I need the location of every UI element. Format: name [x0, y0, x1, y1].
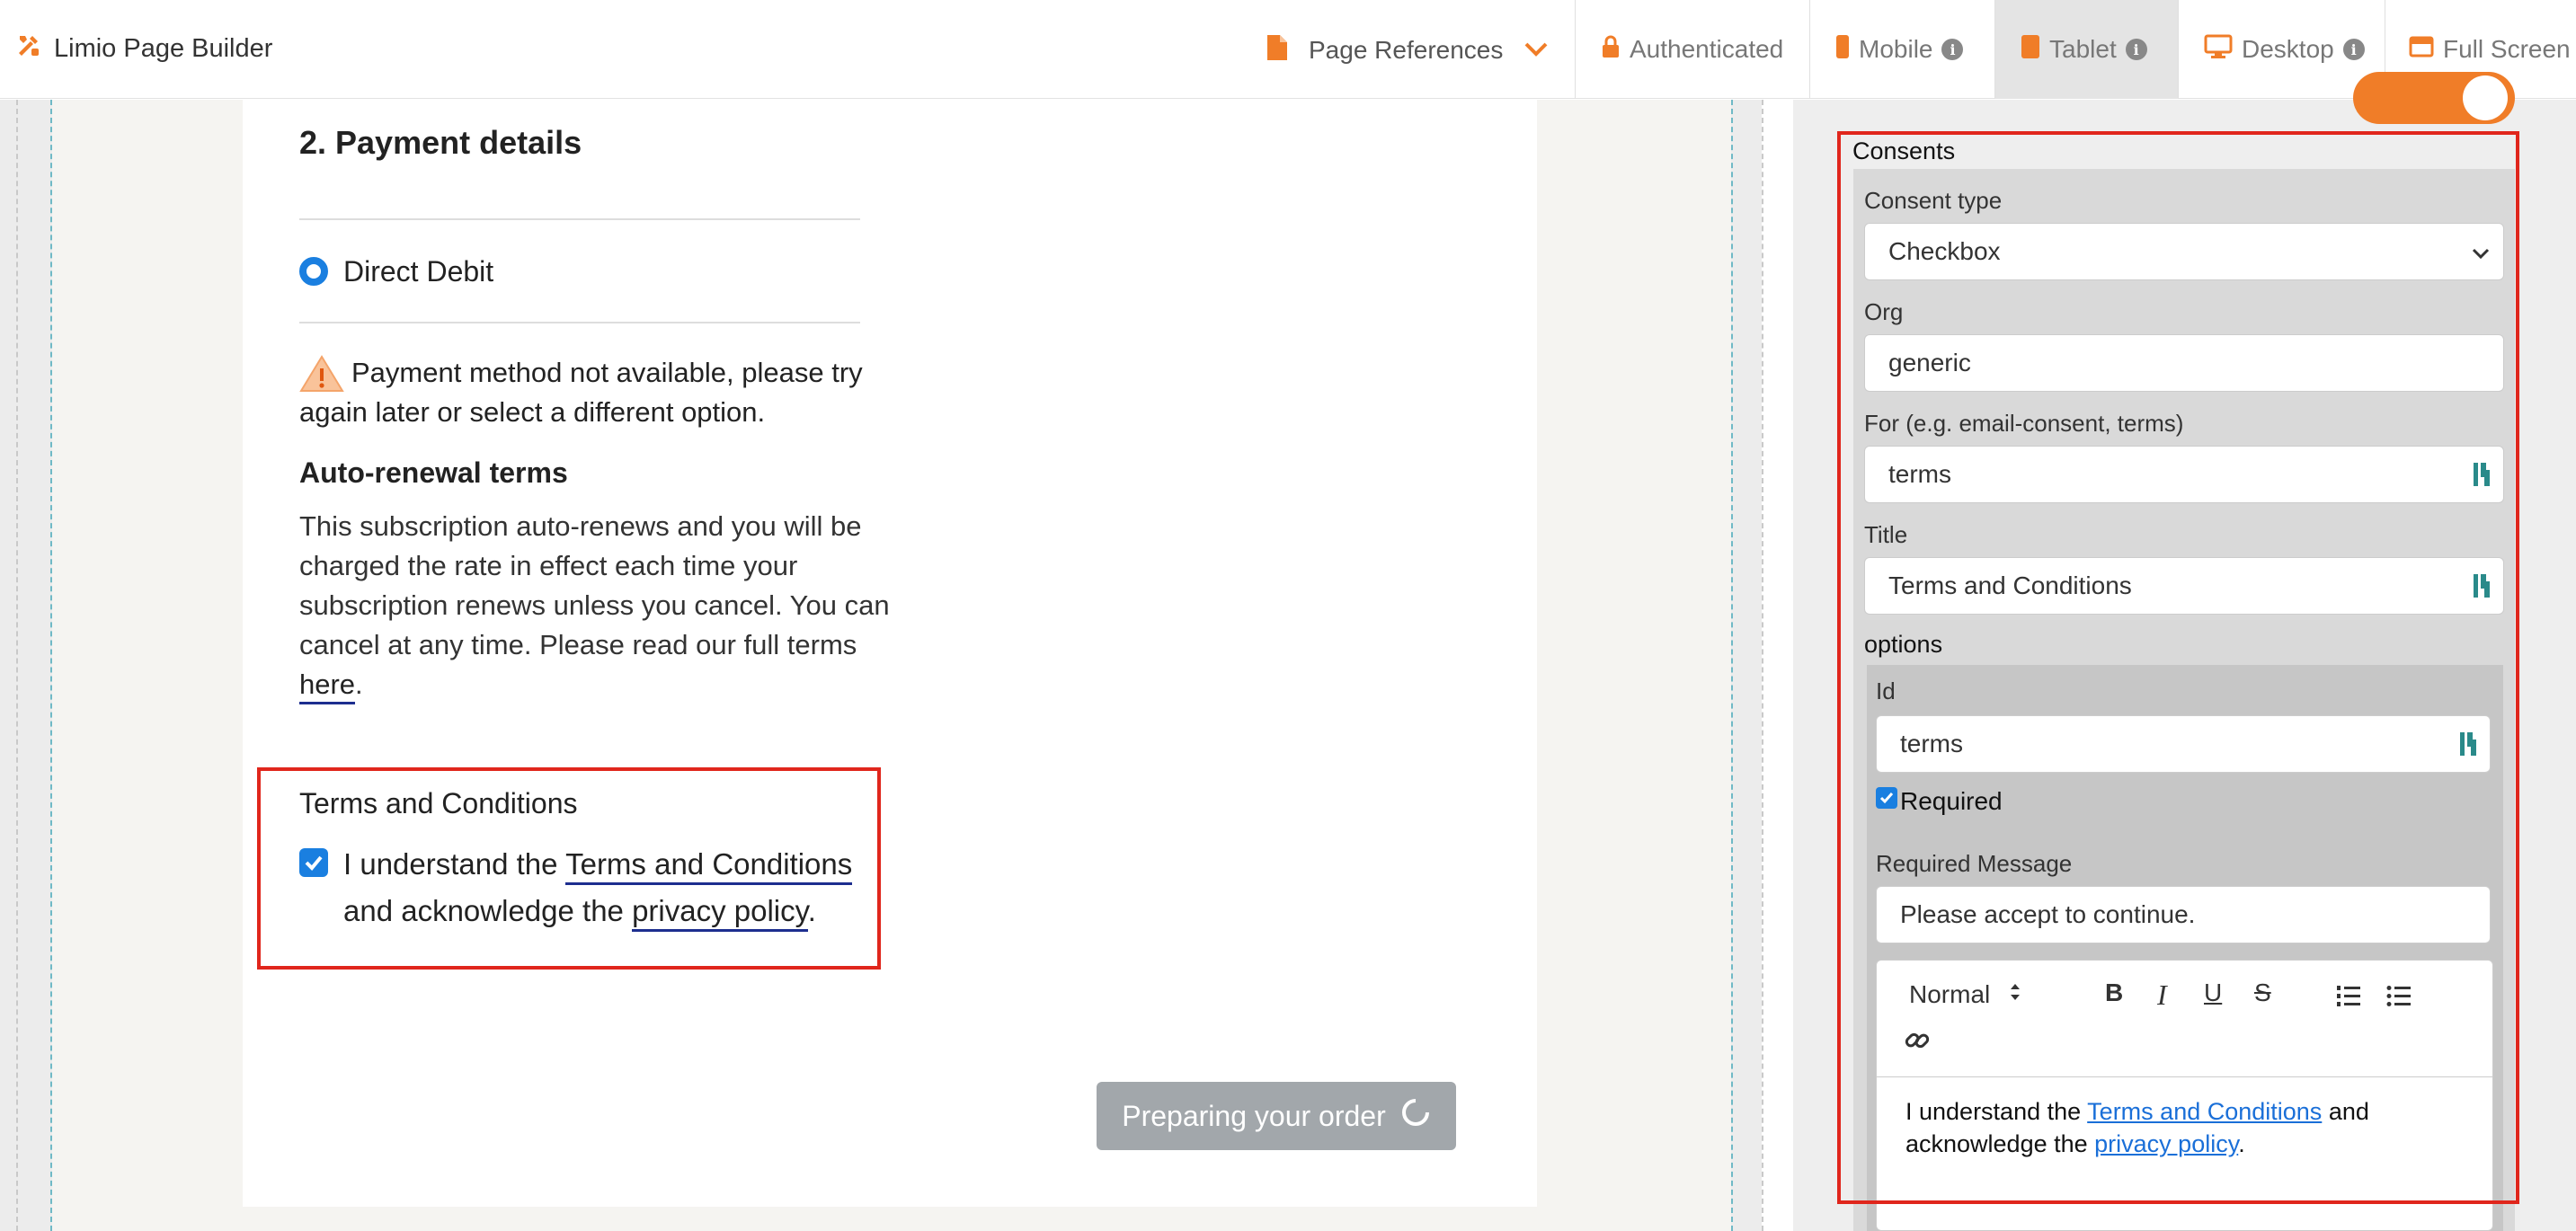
- view-desktop-button[interactable]: Desktop i: [2178, 0, 2385, 99]
- payment-section-title: 2. Payment details: [299, 124, 582, 161]
- document-icon: [1266, 33, 1289, 68]
- viewport-guide-left: [50, 100, 52, 1231]
- direct-debit-radio[interactable]: [299, 257, 328, 286]
- info-icon: i: [2125, 39, 2147, 60]
- tc-title: Terms and Conditions: [299, 787, 578, 819]
- toggle-knob: [2463, 75, 2508, 120]
- terms-here-link[interactable]: here: [299, 669, 356, 704]
- fullscreen-label: Full Screen: [2443, 35, 2571, 63]
- payment-warning-text: Payment method not available, please try…: [299, 357, 863, 428]
- autorenew-body: This subscription auto-renews and you wi…: [299, 510, 890, 660]
- lock-icon: [1601, 34, 1621, 66]
- tc-end: .: [807, 894, 816, 927]
- autorenew-text: This subscription auto-renews and you wi…: [299, 507, 893, 704]
- page-references-dropdown[interactable]: Page References: [1266, 27, 1550, 74]
- autorenew-end: .: [355, 669, 363, 700]
- terms-conditions-link[interactable]: Terms and Conditions: [565, 847, 853, 885]
- tablet-label: Tablet: [2049, 35, 2117, 63]
- mobile-label: Mobile: [1859, 35, 1933, 63]
- divider: [299, 322, 860, 323]
- frame-guide-right: [1762, 100, 1763, 1231]
- check-icon: [305, 855, 323, 871]
- authenticated-toggle[interactable]: Authenticated: [1575, 0, 1808, 99]
- divider: [299, 218, 860, 220]
- spinner-icon: [1400, 1097, 1431, 1135]
- view-mobile-button[interactable]: Mobile i: [1809, 0, 1994, 99]
- authenticated-label: Authenticated: [1630, 35, 1784, 63]
- tc-checkbox[interactable]: [299, 848, 328, 877]
- mobile-icon: [1835, 34, 1850, 66]
- desktop-label: Desktop: [2242, 35, 2334, 63]
- frame-guide-left: [16, 100, 18, 1231]
- autorenew-title: Auto-renewal terms: [299, 456, 568, 489]
- fullscreen-icon: [2409, 35, 2434, 64]
- tablet-icon: [2021, 34, 2040, 66]
- info-icon: i: [1941, 39, 1964, 60]
- app-title: Limio Page Builder: [54, 33, 273, 63]
- tc-prefix: I understand the: [343, 847, 566, 881]
- direct-debit-label[interactable]: Direct Debit: [343, 255, 493, 288]
- tc-mid: and acknowledge the: [343, 894, 633, 927]
- privacy-policy-link[interactable]: privacy policy: [632, 894, 808, 932]
- top-bar: Limio Page Builder Page References Authe…: [0, 0, 2576, 99]
- view-tablet-button[interactable]: Tablet i: [1994, 0, 2178, 99]
- info-icon: i: [2342, 39, 2365, 60]
- highlight-box-panel: [1837, 131, 2519, 1204]
- page-references-label: Page References: [1309, 36, 1504, 64]
- app-brand: Limio Page Builder: [16, 32, 272, 65]
- desktop-icon: [2204, 34, 2233, 66]
- builder-tools-icon: [16, 32, 41, 65]
- chevron-down-icon: [1523, 36, 1550, 65]
- preparing-order-button[interactable]: Preparing your order: [1097, 1082, 1456, 1150]
- viewport-guide-right: [1731, 100, 1733, 1231]
- tc-consent-text: I understand the Terms and Conditions an…: [343, 841, 865, 934]
- submit-label: Preparing your order: [1122, 1099, 1386, 1132]
